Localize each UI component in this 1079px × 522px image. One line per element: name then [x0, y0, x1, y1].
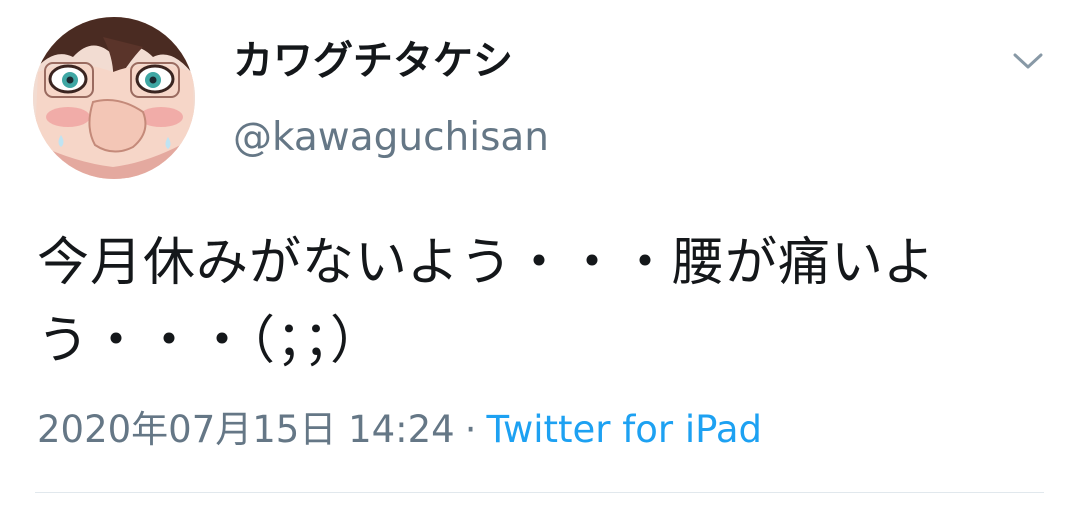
divider — [35, 492, 1044, 493]
tweet-text: 今月休みがないよう・・・腰が痛いよう・・・（；；） — [37, 233, 936, 371]
avatar-image — [33, 17, 195, 179]
display-name[interactable]: カワグチタケシ — [233, 36, 513, 86]
chevron-down-icon — [1013, 53, 1043, 69]
source-link[interactable]: Twitter for iPad — [486, 408, 762, 451]
meta-separator: · — [464, 408, 477, 451]
tweet-meta: 2020年07月15日 14:24 · Twitter for iPad — [37, 406, 762, 454]
user-handle[interactable]: @kawaguchisan — [233, 114, 549, 162]
tweet-menu-button[interactable] — [1008, 44, 1048, 78]
tweet-card: カワグチタケシ @kawaguchisan 今月休みがないよう・・・腰が痛いよう… — [0, 0, 1079, 522]
avatar[interactable] — [33, 17, 195, 179]
timestamp[interactable]: 2020年07月15日 14:24 — [37, 408, 455, 451]
